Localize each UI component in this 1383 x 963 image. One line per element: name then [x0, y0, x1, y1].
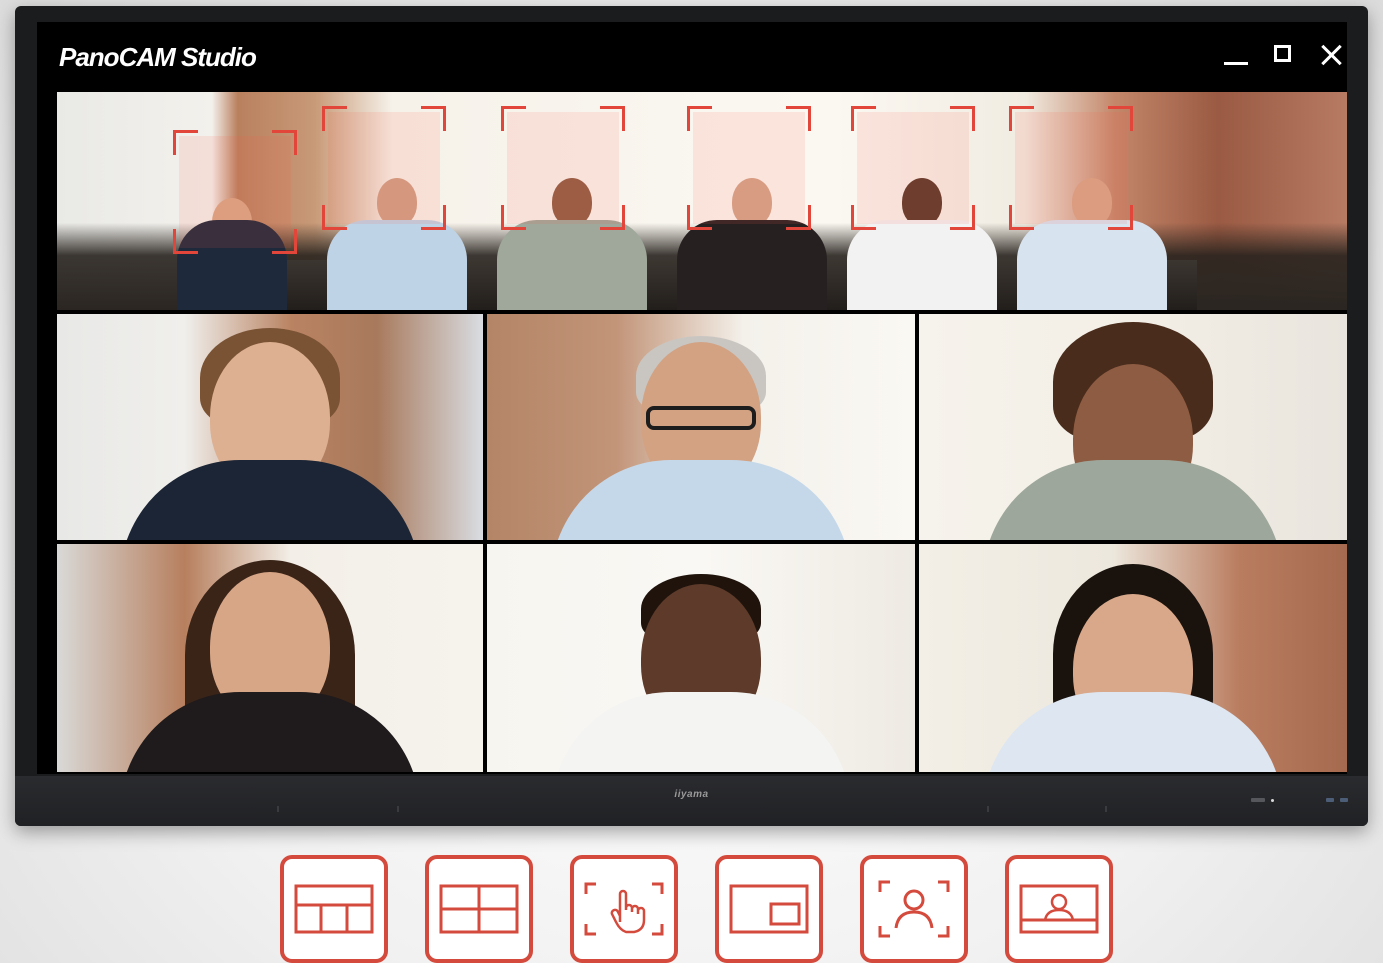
- mode-button-grid[interactable]: [425, 855, 533, 963]
- bezel-marker: [277, 806, 279, 812]
- close-icon[interactable]: [1317, 40, 1347, 70]
- face-detection-box[interactable]: [687, 106, 811, 230]
- mode-button-pip[interactable]: [715, 855, 823, 963]
- participant-body: [497, 220, 647, 310]
- minimize-icon[interactable]: [1221, 40, 1251, 70]
- participant-body: [327, 220, 467, 310]
- bezel-marker: [1105, 806, 1107, 812]
- app-window: PanoCAM Studio: [37, 22, 1347, 774]
- face-detection-box[interactable]: [851, 106, 975, 230]
- manual-select-icon: [584, 882, 664, 936]
- panorama-view: [57, 92, 1347, 310]
- mode-button-split[interactable]: [280, 855, 388, 963]
- mode-button-presenter[interactable]: [1005, 855, 1113, 963]
- mode-button-tracking[interactable]: [860, 855, 968, 963]
- participant-tile[interactable]: [919, 544, 1347, 772]
- participant-tile[interactable]: [57, 544, 483, 772]
- mode-button-manual[interactable]: [570, 855, 678, 963]
- participant-body: [847, 220, 997, 310]
- participant-body: [677, 220, 827, 310]
- power-led-icon: [1271, 798, 1274, 802]
- participant-tile[interactable]: [57, 314, 483, 540]
- usb-port-icon: [1251, 798, 1265, 802]
- front-ports: [1251, 798, 1348, 802]
- title-bar: PanoCAM Studio: [37, 22, 1347, 86]
- brand-logo: iiyama: [674, 789, 709, 800]
- face-detection-box[interactable]: [1009, 106, 1133, 230]
- participant-tile[interactable]: [919, 314, 1347, 540]
- picture-in-picture-icon: [729, 884, 809, 934]
- participant-tile[interactable]: [487, 314, 915, 540]
- monitor-bottom-bezel: iiyama: [15, 776, 1368, 826]
- sensor-icon: [1326, 798, 1334, 802]
- layout-mode-bar: [280, 855, 1113, 963]
- face-detection-box[interactable]: [173, 130, 297, 254]
- presenter-view-icon: [1019, 884, 1099, 934]
- bezel-marker: [987, 806, 989, 812]
- maximize-icon[interactable]: [1269, 40, 1299, 70]
- split-layout-icon: [294, 884, 374, 934]
- speaker-tracking-icon: [878, 880, 950, 938]
- sensor-icon: [1340, 798, 1348, 802]
- bezel-marker: [397, 806, 399, 812]
- grid-layout-icon: [439, 884, 519, 934]
- face-detection-box[interactable]: [322, 106, 446, 230]
- app-title: PanoCAM Studio: [59, 42, 257, 72]
- face-detection-box[interactable]: [501, 106, 625, 230]
- participant-body: [1017, 220, 1167, 310]
- participant-grid: [57, 314, 1347, 774]
- display-monitor: PanoCAM Studio iiyama: [15, 6, 1368, 826]
- participant-tile[interactable]: [487, 544, 915, 772]
- glasses: [646, 406, 756, 430]
